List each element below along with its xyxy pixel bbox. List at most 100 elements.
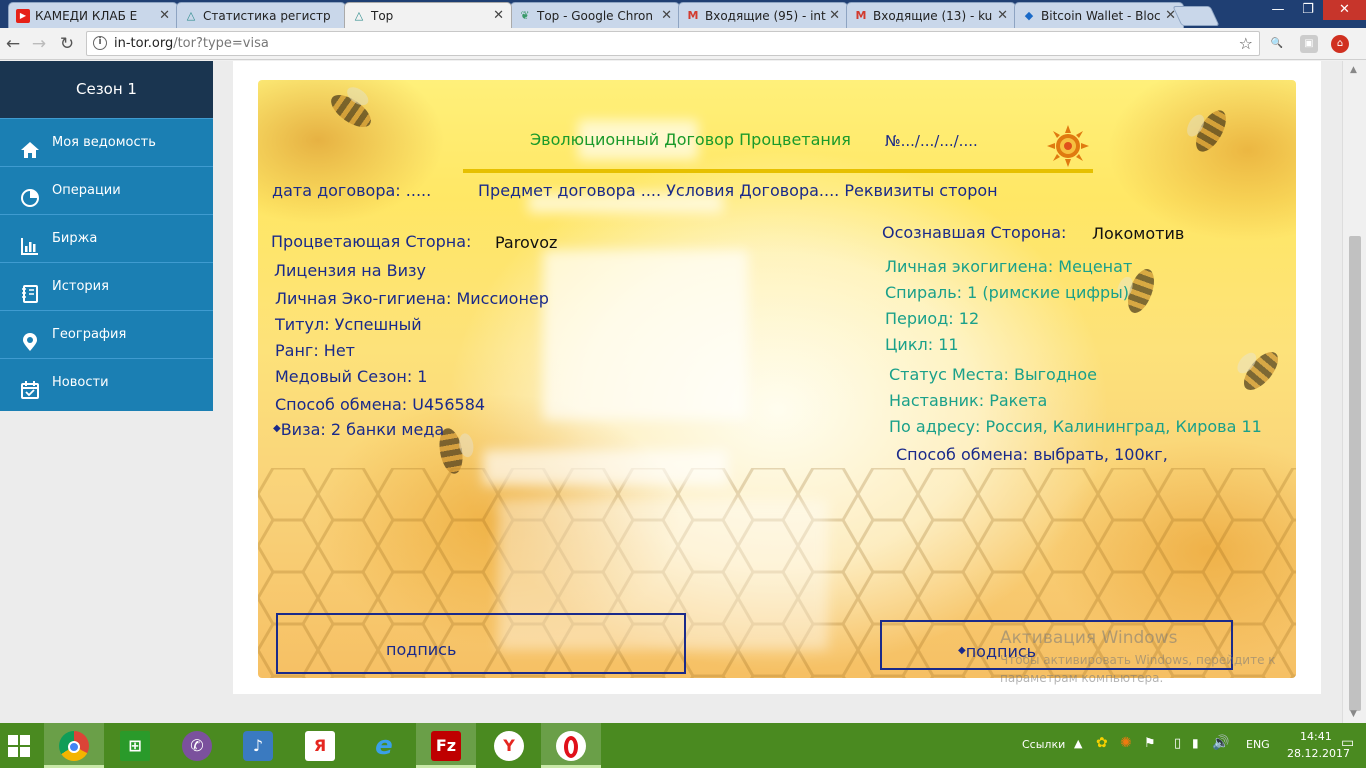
scroll-down-arrow-icon[interactable]: ▼	[1350, 709, 1357, 719]
tab-title: КАМЕДИ КЛАБ Е	[35, 9, 138, 23]
tab-title: Тор	[371, 9, 394, 23]
url-text[interactable]: in-tor.org/tor?type=visa	[114, 36, 269, 51]
browser-tab-bar: ▶ КАМЕДИ КЛАБ Е ✕ △ Статистика регистр △…	[0, 0, 1366, 28]
taskbar-speaker-app[interactable]: ♪	[228, 723, 288, 768]
calendar-icon	[20, 373, 40, 399]
left-rank: Ранг: Нет	[275, 341, 355, 360]
browser-tab[interactable]: ❦ Тор - Google Chron ✕	[510, 2, 680, 28]
yandex-browser-icon: Y	[494, 731, 524, 761]
volume-icon[interactable]: 🔊	[1212, 735, 1229, 751]
close-tab-icon[interactable]: ✕	[159, 8, 170, 23]
back-arrow-icon[interactable]: ←	[2, 33, 24, 55]
taskbar-yandex[interactable]: Я	[290, 723, 350, 768]
sidebar-item-geography[interactable]: География	[0, 310, 213, 358]
notifications-icon[interactable]: ▭	[1341, 735, 1354, 751]
extension-search-icon[interactable]: 🔍	[1268, 35, 1286, 53]
flag-icon[interactable]: ⚑	[1144, 736, 1156, 751]
tray-app-icon[interactable]: ✿	[1096, 735, 1108, 751]
close-window-icon[interactable]: ✕	[1323, 0, 1366, 20]
gmail-icon: M	[687, 9, 699, 22]
info-icon[interactable]: i	[93, 36, 107, 50]
new-tab-button[interactable]	[1172, 6, 1220, 26]
links-toolbar-label[interactable]: Ссылки	[1022, 738, 1065, 751]
internet-explorer-icon: e	[375, 731, 393, 761]
clock-time[interactable]: 14:41	[1300, 730, 1332, 743]
triangle-logo-icon: △	[354, 9, 364, 22]
forward-arrow-icon[interactable]: →	[28, 33, 50, 55]
browser-tab[interactable]: ▶ КАМЕДИ КЛАБ Е ✕	[8, 2, 178, 28]
tab-title: Тор - Google Chron	[537, 9, 653, 23]
viber-icon: ✆	[182, 731, 212, 761]
right-party-value: Локомотив	[1092, 224, 1185, 243]
browser-tab[interactable]: ◆ Bitcoin Wallet - Bloc ✕	[1014, 2, 1184, 28]
vertical-scrollbar[interactable]: ▲ ▼	[1342, 61, 1366, 723]
browser-tab[interactable]: △ Статистика регистр	[176, 2, 346, 28]
right-exchange-method: Способ обмена: выбрать, 100кг,	[896, 445, 1168, 464]
address-bar[interactable]: i in-tor.org/tor?type=visa ☆	[86, 31, 1260, 56]
left-party-value: Parovoz	[495, 233, 558, 252]
book-icon	[20, 277, 40, 303]
left-party-label: Процветающая Сторна:	[271, 232, 472, 251]
taskbar-opera[interactable]	[541, 723, 601, 768]
extension-icon[interactable]: ▣	[1300, 35, 1318, 53]
battery-icon[interactable]: ▯	[1174, 736, 1181, 751]
taskbar-yandex-browser[interactable]: Y	[479, 723, 539, 768]
sidebar-item-label: Биржа	[52, 231, 98, 246]
right-address: По адресу: Россия, Калининград, Кирова 1…	[889, 417, 1262, 436]
right-party-label: Осознавшая Сторона:	[882, 223, 1067, 242]
close-tab-icon[interactable]: ✕	[661, 8, 672, 23]
bookmark-star-icon[interactable]: ☆	[1239, 34, 1253, 53]
contract-title: Эволюционный Договор Процветания	[530, 130, 851, 149]
taskbar-store[interactable]: ⊞	[105, 723, 165, 768]
windows-start-icon	[8, 735, 30, 757]
left-exchange-method: Способ обмена: U456584	[275, 395, 486, 414]
sidebar-item-news[interactable]: Новости	[0, 358, 213, 406]
taskbar-chrome[interactable]	[44, 723, 104, 768]
bee-image	[325, 88, 377, 134]
taskbar-filezilla[interactable]: Fz	[416, 723, 476, 768]
maximize-icon[interactable]: ❐	[1293, 0, 1323, 20]
sidebar-item-label: Операции	[52, 183, 121, 198]
sidebar-item-my-statement[interactable]: Моя ведомость	[0, 118, 213, 166]
close-tab-icon[interactable]: ✕	[493, 8, 504, 23]
tray-expand-icon[interactable]: ▲	[1074, 737, 1082, 750]
scrollbar-thumb[interactable]	[1349, 236, 1361, 711]
minimize-icon[interactable]: —	[1263, 0, 1293, 20]
right-period: Период: 12	[885, 309, 980, 328]
reload-icon[interactable]: ↻	[56, 33, 78, 55]
language-indicator[interactable]: ENG	[1246, 738, 1270, 751]
bee-image	[1189, 105, 1233, 157]
right-place-status: Статус Места: Выгодное	[889, 365, 1097, 384]
tray-sun-icon[interactable]: ✺	[1120, 735, 1132, 751]
blurred-region	[483, 450, 728, 485]
browser-tab[interactable]: M Входящие (13) - ku ✕	[846, 2, 1016, 28]
browser-tab-active[interactable]: △ Тор ✕	[344, 2, 512, 28]
taskbar-viber[interactable]: ✆	[167, 723, 227, 768]
tab-title: Входящие (95) - int	[705, 9, 826, 23]
scroll-up-arrow-icon[interactable]: ▲	[1350, 65, 1357, 75]
sidebar-item-operations[interactable]: Операции	[0, 166, 213, 214]
watermark-text: Чтобы активировать Windows, перейдите к …	[1000, 653, 1276, 685]
windows-start-button[interactable]	[0, 723, 40, 768]
right-cycle: Цикл: 11	[885, 335, 959, 354]
signature-label-left: подпись	[386, 640, 457, 659]
bee-image	[1237, 346, 1285, 396]
extension-home-icon[interactable]: ⌂	[1331, 35, 1349, 53]
close-tab-icon[interactable]: ✕	[829, 8, 840, 23]
sidebar-item-exchange[interactable]: Биржа	[0, 214, 213, 262]
close-tab-icon[interactable]: ✕	[997, 8, 1008, 23]
sidebar-item-history[interactable]: История	[0, 262, 213, 310]
home-icon	[20, 133, 40, 158]
sidebar-header: Сезон 1	[0, 61, 213, 118]
windows-activation-watermark: Активация Windows Чтобы активировать Win…	[1000, 628, 1310, 687]
triangle-logo-icon: △	[186, 9, 196, 22]
browser-tab[interactable]: M Входящие (95) - int ✕	[678, 2, 848, 28]
network-icon[interactable]: ▮	[1192, 736, 1199, 750]
signature-box-left[interactable]	[276, 613, 686, 674]
yandex-icon: Я	[305, 731, 335, 761]
sun-emblem-icon	[1047, 125, 1089, 167]
left-license: Лицензия на Визу	[274, 261, 426, 280]
right-eco-hygiene: Личная экогигиена: Меценат	[885, 257, 1133, 276]
taskbar-internet-explorer[interactable]: e	[354, 723, 414, 768]
contract-date-heading: дата договора: .....	[272, 181, 432, 200]
